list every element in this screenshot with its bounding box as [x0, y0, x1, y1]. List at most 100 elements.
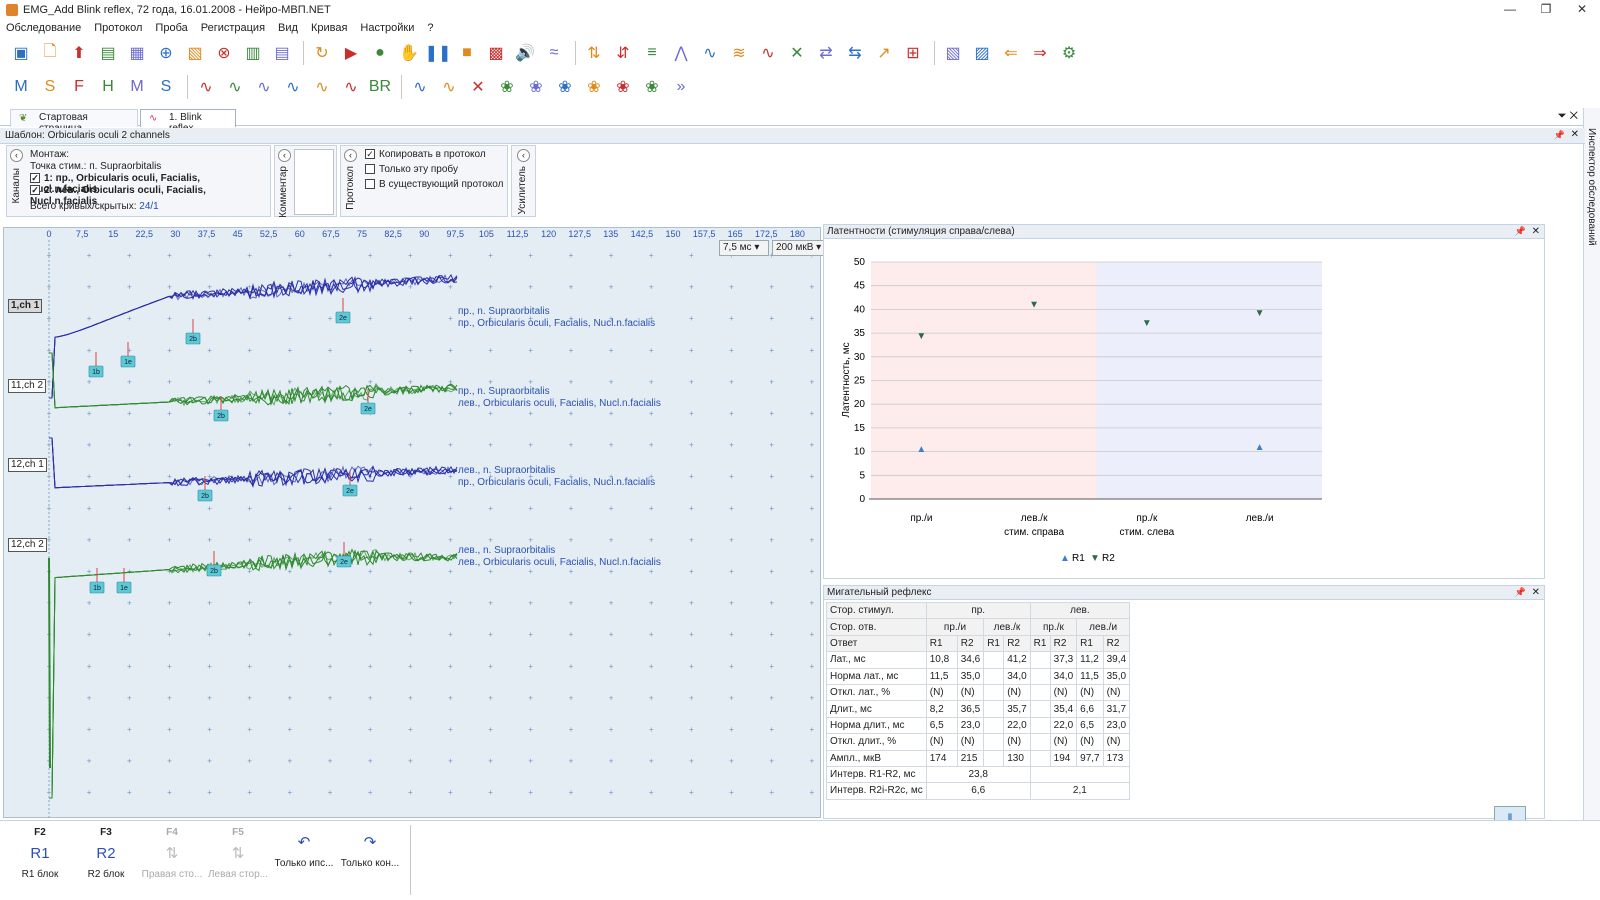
main-tool-icon-27[interactable]: ∿ [755, 40, 781, 66]
maximize-button[interactable]: ❐ [1528, 0, 1564, 18]
main-tool-icon-3[interactable]: ▤ [95, 40, 121, 66]
existing-protocol-checkbox[interactable]: В существующий протокол [365, 179, 504, 190]
close-icon[interactable]: ✕ [1532, 226, 1540, 237]
main-tool-icon-12[interactable]: ▶ [338, 40, 364, 66]
menu-registration[interactable]: Регистрация [201, 22, 265, 34]
main-tool-icon-28[interactable]: ✕ [784, 40, 810, 66]
inspector-strip[interactable]: Инспектор обследований [1583, 108, 1600, 898]
main-tool-icon-4[interactable]: ▦ [124, 40, 150, 66]
curve-tool-icon-16[interactable]: ∿ [436, 74, 462, 100]
close-icon[interactable]: ✕ [1532, 587, 1540, 598]
only-this-test-checkbox[interactable]: Только эту пробу [365, 164, 458, 175]
marker-1b[interactable]: 1b [89, 568, 105, 594]
tab-list-icon[interactable]: ⏷ [1558, 110, 1567, 122]
curve-tool-icon-7[interactable]: ∿ [193, 74, 219, 100]
curve-tool-icon-9[interactable]: ∿ [251, 74, 277, 100]
curve-tool-icon-0[interactable]: M [8, 74, 34, 100]
main-tool-icon-14[interactable]: ✋ [396, 40, 422, 66]
close-button[interactable]: ✕ [1564, 0, 1600, 18]
fkey-button-5[interactable]: ↷ Только кон... [338, 827, 402, 869]
checkbox-checked-icon[interactable]: ✓ [30, 185, 40, 196]
minimize-button[interactable]: — [1492, 0, 1528, 18]
tab-close-icon[interactable]: ✕ [1570, 110, 1578, 122]
main-tool-icon-6[interactable]: ▧ [182, 40, 208, 66]
curve-tool-icon-3[interactable]: H [95, 74, 121, 100]
curve-tool-icon-5[interactable]: S [153, 74, 179, 100]
menu-exam[interactable]: Обследование [6, 22, 81, 34]
main-tool-icon-22[interactable]: ⇵ [610, 40, 636, 66]
marker-1e[interactable]: 1e [120, 342, 136, 368]
main-tool-icon-13[interactable]: ● [367, 40, 393, 66]
main-tool-icon-23[interactable]: ≡ [639, 40, 665, 66]
fkey-button-0[interactable]: F2 R1 R1 блок [8, 827, 72, 880]
curve-tool-icon-23[interactable]: ❀ [639, 74, 665, 100]
collapse-icon[interactable]: ‹ [278, 149, 291, 162]
comment-field[interactable] [294, 149, 334, 215]
curve-tool-icon-20[interactable]: ❀ [552, 74, 578, 100]
curve-tool-icon-22[interactable]: ❀ [610, 74, 636, 100]
collapse-icon[interactable]: ‹ [344, 149, 357, 162]
marker-2e[interactable]: 2e [336, 542, 352, 568]
marker-1b[interactable]: 1b [88, 352, 104, 378]
main-tool-icon-29[interactable]: ⇄ [813, 40, 839, 66]
main-tool-icon-1[interactable]: 🗋 [37, 40, 63, 66]
marker-2b[interactable]: 2b [185, 319, 201, 345]
curve-tool-icon-15[interactable]: ∿ [407, 74, 433, 100]
main-tool-icon-0[interactable]: ▣ [8, 40, 34, 66]
curve-tool-icon-8[interactable]: ∿ [222, 74, 248, 100]
marker-2b[interactable]: 2b [206, 551, 222, 577]
main-tool-icon-18[interactable]: 🔊 [512, 40, 538, 66]
main-tool-icon-36[interactable]: ⇐ [998, 40, 1024, 66]
fkey-button-1[interactable]: F3 R2 R2 блок [74, 827, 138, 880]
curve-tool-icon-21[interactable]: ❀ [581, 74, 607, 100]
main-tool-icon-32[interactable]: ⊞ [900, 40, 926, 66]
curve-tool-icon-19[interactable]: ❀ [523, 74, 549, 100]
curve-tool-icon-2[interactable]: F [66, 74, 92, 100]
menu-curve[interactable]: Кривая [311, 22, 347, 34]
curve-tool-icon-12[interactable]: ∿ [338, 74, 364, 100]
menu-protocol[interactable]: Протокол [94, 22, 142, 34]
curve-tool-icon-18[interactable]: ❀ [494, 74, 520, 100]
curve-tool-icon-13[interactable]: BR [367, 74, 393, 100]
main-tool-icon-34[interactable]: ▧ [940, 40, 966, 66]
pin-icon[interactable]: 📌 [1554, 130, 1565, 141]
sweep-dropdown[interactable]: 7,5 мс ▾ [719, 240, 769, 256]
menu-settings[interactable]: Настройки [360, 22, 414, 34]
fkey-button-2[interactable]: F4 ⇅ Правая сто... [140, 827, 204, 880]
main-tool-icon-24[interactable]: ⋀ [668, 40, 694, 66]
gain-dropdown[interactable]: 200 мкВ ▾ [772, 240, 828, 256]
main-tool-icon-9[interactable]: ▤ [269, 40, 295, 66]
main-tool-icon-8[interactable]: ▥ [240, 40, 266, 66]
main-tool-icon-26[interactable]: ≋ [726, 40, 752, 66]
pin-icon[interactable]: 📌 [1515, 226, 1526, 237]
main-tool-icon-37[interactable]: ⇒ [1027, 40, 1053, 66]
copy-to-protocol-checkbox[interactable]: ✓ Копировать в протокол [365, 149, 486, 160]
main-tool-icon-19[interactable]: ≈ [541, 40, 567, 66]
menu-help[interactable]: ? [427, 22, 433, 34]
collapse-icon[interactable]: ‹ [10, 149, 23, 162]
menu-view[interactable]: Вид [278, 22, 298, 34]
curve-tool-icon-17[interactable]: ✕ [465, 74, 491, 100]
curve-tool-icon-11[interactable]: ∿ [309, 74, 335, 100]
main-tool-icon-2[interactable]: ⬆ [66, 40, 92, 66]
pin-icon[interactable]: 📌 [1515, 587, 1526, 598]
main-tool-icon-38[interactable]: ⚙ [1056, 40, 1082, 66]
main-tool-icon-16[interactable]: ■ [454, 40, 480, 66]
channel-label-2[interactable]: 12,ch 1 [8, 458, 47, 472]
marker-2e[interactable]: 2e [335, 298, 351, 324]
close-icon[interactable]: ✕ [1571, 129, 1579, 140]
fkey-button-4[interactable]: ↶ Только ипс... [272, 827, 336, 869]
main-tool-icon-30[interactable]: ⇆ [842, 40, 868, 66]
main-tool-icon-31[interactable]: ↗ [871, 40, 897, 66]
main-tool-icon-17[interactable]: ▩ [483, 40, 509, 66]
checkbox-checked-icon[interactable]: ✓ [30, 173, 40, 184]
emg-plot[interactable]: + + + + + + + + + + + + + + + + + + + + + + + + + + + + + + + + + + + + + + + +… [3, 227, 821, 819]
fkey-button-3[interactable]: F5 ⇅ Левая стор... [206, 827, 270, 880]
marker-2e[interactable]: 2e [360, 389, 376, 415]
collapse-icon[interactable]: ‹ [517, 149, 530, 162]
main-tool-icon-7[interactable]: ⊗ [211, 40, 237, 66]
main-tool-icon-11[interactable]: ↻ [309, 40, 335, 66]
channel-label-3[interactable]: 12,ch 2 [8, 538, 47, 552]
tab-start-page[interactable]: ❦Стартовая страница [10, 109, 138, 134]
curve-tool-icon-24[interactable]: » [668, 74, 694, 100]
